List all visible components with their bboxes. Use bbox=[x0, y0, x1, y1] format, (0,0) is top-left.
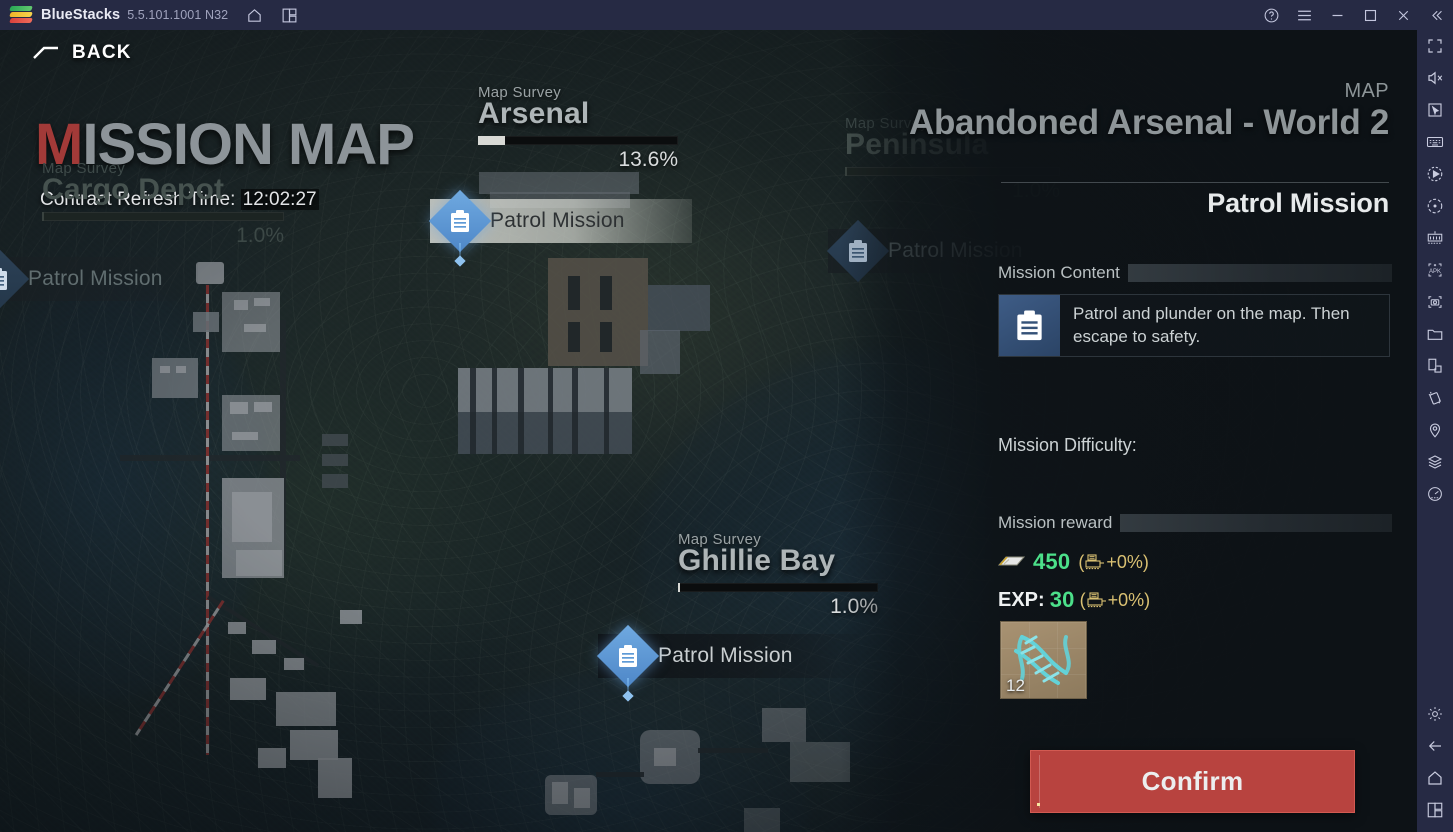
bonus-value: +0%) bbox=[1107, 589, 1151, 610]
macro-record-icon[interactable] bbox=[1417, 158, 1453, 190]
mission-marker-label: Patrol Mission bbox=[490, 209, 625, 232]
bonus-value: +0%) bbox=[1106, 551, 1149, 572]
back-button[interactable]: BACK bbox=[32, 42, 132, 64]
clipboard-icon bbox=[619, 645, 637, 667]
minimize-icon[interactable] bbox=[1321, 0, 1354, 30]
location-icon[interactable] bbox=[1417, 414, 1453, 446]
reward-exp-label: EXP: bbox=[998, 588, 1045, 611]
reward-money-amount: 450 bbox=[1033, 549, 1071, 574]
mission-reward-header: Mission reward bbox=[998, 513, 1392, 533]
bonus-open-paren: ( bbox=[1079, 589, 1086, 610]
mission-marker-stem bbox=[459, 243, 461, 261]
bluestacks-sidebar: APK bbox=[1417, 30, 1453, 832]
survey-percent: 13.6% bbox=[618, 147, 678, 171]
clipboard-icon bbox=[0, 268, 7, 290]
back-label: BACK bbox=[72, 42, 132, 63]
settings-icon[interactable] bbox=[1417, 698, 1453, 730]
mission-marker-cargo-depot[interactable]: Patrol Mission bbox=[0, 247, 198, 311]
reward-money-bonus: ( +0%) bbox=[1078, 552, 1149, 573]
reward-item-card[interactable]: 12 bbox=[1000, 621, 1087, 699]
survey-name: Cargo Depot bbox=[42, 173, 225, 206]
mute-icon[interactable] bbox=[1417, 62, 1453, 94]
bonus-open-paren: ( bbox=[1078, 551, 1085, 572]
shake-icon[interactable] bbox=[1417, 382, 1453, 414]
header-bar-decoration bbox=[1120, 514, 1392, 532]
recents-icon[interactable] bbox=[1417, 794, 1453, 826]
app-version: 5.5.101.1001 N32 bbox=[127, 8, 229, 22]
game-viewport[interactable]: BACK MISSION MAP Contract Refresh Time: … bbox=[0, 30, 1417, 832]
survey-cargo-depot[interactable]: Map Survey Cargo Depot 1.0% bbox=[42, 160, 284, 248]
reward-money-row: 450 ( +0%) bbox=[998, 549, 1149, 575]
survey-arsenal[interactable]: Map Survey Arsenal 13.6% bbox=[478, 84, 678, 172]
app-root: BlueStacks 5.5.101.1001 N32 BACK MISSION… bbox=[0, 0, 1453, 832]
mission-marker-label: Patrol Mission bbox=[658, 644, 793, 667]
multi-instance-icon[interactable] bbox=[281, 7, 298, 24]
back-icon[interactable] bbox=[1417, 730, 1453, 762]
clipboard-icon bbox=[451, 210, 469, 232]
reward-item-quantity: 12 bbox=[1006, 676, 1025, 695]
confirm-button[interactable]: Confirm bbox=[1030, 750, 1355, 813]
money-icon bbox=[998, 556, 1025, 566]
close-icon[interactable] bbox=[1387, 0, 1420, 30]
menu-icon[interactable] bbox=[1288, 0, 1321, 30]
layers-icon[interactable] bbox=[1417, 446, 1453, 478]
panel-map-tag: MAP bbox=[1344, 80, 1389, 102]
home-icon[interactable] bbox=[246, 7, 263, 24]
mission-content-header: Mission Content bbox=[998, 263, 1392, 283]
eco-mode-icon[interactable] bbox=[1417, 190, 1453, 222]
header-bar-decoration bbox=[1127, 264, 1392, 282]
keyboard-controls-icon[interactable] bbox=[1417, 126, 1453, 158]
clipboard-icon bbox=[849, 240, 867, 262]
mission-marker-label: Patrol Mission bbox=[28, 267, 163, 290]
mission-content-box: Patrol and plunder on the map. Then esca… bbox=[998, 294, 1390, 357]
mission-content-icon-tile bbox=[999, 295, 1060, 356]
collapse-icon[interactable] bbox=[1420, 0, 1453, 30]
panel-title: Abandoned Arsenal - World 2 bbox=[908, 103, 1389, 142]
screenshot-icon[interactable] bbox=[1417, 286, 1453, 318]
mission-marker-stem bbox=[627, 678, 629, 696]
facility-bonus-icon bbox=[1085, 554, 1105, 570]
mission-content-text: Patrol and plunder on the map. Then esca… bbox=[1073, 303, 1350, 346]
mission-reward-heading: Mission reward bbox=[998, 513, 1113, 532]
mission-marker-ghillie-bay[interactable]: Patrol Mission bbox=[596, 624, 860, 696]
window-controls bbox=[1255, 0, 1453, 30]
mission-marker-arsenal[interactable]: Patrol Mission bbox=[428, 189, 692, 261]
bluestacks-titlebar: BlueStacks 5.5.101.1001 N32 bbox=[0, 0, 1453, 30]
survey-progress-bar bbox=[42, 211, 284, 221]
reward-exp-bonus: ( +0%) bbox=[1080, 590, 1151, 611]
confirm-label: Confirm bbox=[1141, 766, 1244, 796]
panel-divider bbox=[1001, 182, 1389, 183]
mission-difficulty-label: Mission Difficulty: bbox=[998, 435, 1137, 455]
fullscreen-icon[interactable] bbox=[1417, 30, 1453, 62]
survey-progress-bar bbox=[478, 135, 678, 145]
mission-content-heading: Mission Content bbox=[998, 263, 1120, 282]
bluestacks-logo-icon bbox=[9, 5, 33, 25]
app-name: BlueStacks bbox=[41, 7, 121, 23]
multi-instance-manager-icon[interactable] bbox=[1417, 222, 1453, 254]
home-icon[interactable] bbox=[1417, 762, 1453, 794]
help-icon[interactable] bbox=[1255, 0, 1288, 30]
reward-exp-amount: 30 bbox=[1049, 587, 1075, 612]
maximize-icon[interactable] bbox=[1354, 0, 1387, 30]
mission-detail-panel: MAP Abandoned Arsenal - World 2 Patrol M… bbox=[840, 30, 1417, 832]
clipboard-icon bbox=[1017, 309, 1042, 340]
performance-icon[interactable] bbox=[1417, 478, 1453, 510]
pointer-icon[interactable] bbox=[1417, 94, 1453, 126]
back-arrow-icon bbox=[33, 46, 58, 59]
facility-bonus-icon bbox=[1087, 592, 1106, 608]
reward-exp-row: EXP: 30 ( +0%) bbox=[998, 587, 1150, 613]
survey-percent: 1.0% bbox=[236, 223, 284, 247]
panel-subtitle: Patrol Mission bbox=[1207, 188, 1389, 218]
rotate-screen-icon[interactable] bbox=[1417, 350, 1453, 382]
svg-text:APK: APK bbox=[1429, 269, 1441, 275]
survey-name: Arsenal bbox=[478, 97, 590, 130]
install-apk-icon[interactable]: APK bbox=[1417, 254, 1453, 286]
media-folder-icon[interactable] bbox=[1417, 318, 1453, 350]
